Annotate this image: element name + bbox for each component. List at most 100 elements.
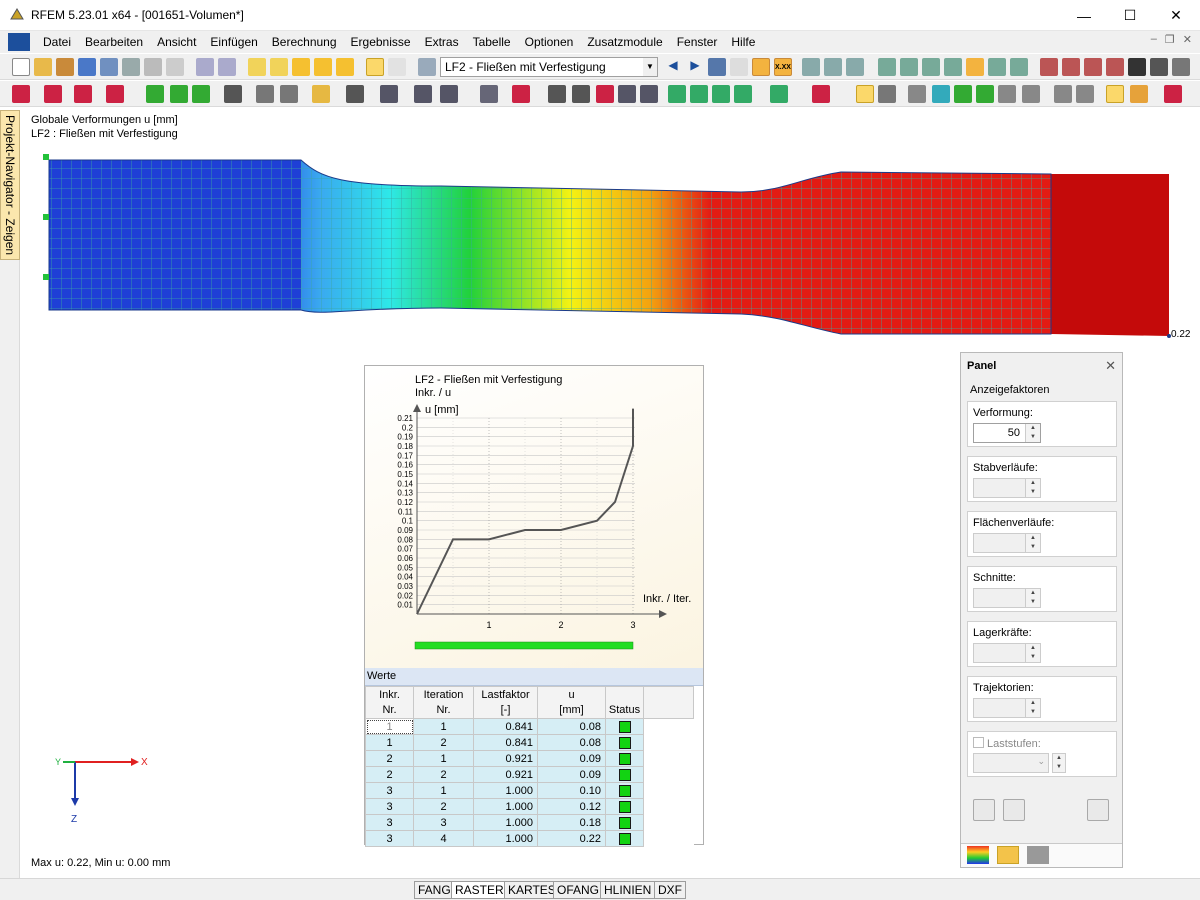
axis-minus-y-icon[interactable]	[734, 85, 752, 103]
edit-icon[interactable]	[973, 799, 995, 821]
open-project-icon[interactable]	[56, 58, 74, 76]
spinner-arrows-icon[interactable]: ▲ ▼	[1025, 424, 1040, 442]
copy-icon[interactable]	[336, 58, 354, 76]
color-scale-tab-icon[interactable]	[967, 846, 989, 864]
zoom-window-icon[interactable]	[572, 85, 590, 103]
menu-datei[interactable]: Datei	[36, 35, 78, 49]
view-y-icon[interactable]	[966, 58, 984, 76]
menu-berechnung[interactable]: Berechnung	[265, 35, 344, 49]
status-hlinien[interactable]: HLINIEN	[600, 881, 656, 899]
table-row[interactable]: 1 1 0.841 0.08	[365, 718, 694, 735]
member-icon[interactable]	[312, 85, 330, 103]
panel-toggle-icon[interactable]	[1106, 85, 1124, 103]
lights-icon[interactable]	[976, 85, 994, 103]
layout-icon[interactable]	[1022, 85, 1040, 103]
factors-tab-icon[interactable]	[997, 846, 1019, 864]
mdi-restore-icon[interactable]: ❐	[1165, 33, 1175, 46]
results-icon[interactable]	[708, 58, 726, 76]
search-icon[interactable]	[270, 58, 288, 76]
save-as-icon[interactable]	[100, 58, 118, 76]
table-row[interactable]: 2 2 0.921 0.09	[365, 766, 694, 783]
open-folder-icon[interactable]	[34, 58, 52, 76]
support-icon[interactable]	[146, 85, 164, 103]
palette-icon[interactable]	[1130, 85, 1148, 103]
transparency-icon[interactable]	[908, 85, 926, 103]
view-box-icon[interactable]	[618, 85, 636, 103]
status-dxf[interactable]: DXF	[654, 881, 686, 899]
save-icon[interactable]	[78, 58, 96, 76]
menu-bearbeiten[interactable]: Bearbeiten	[78, 35, 150, 49]
print-report-icon[interactable]	[122, 58, 140, 76]
menu-ergebnisse[interactable]: Ergebnisse	[344, 35, 418, 49]
table-row[interactable]: 1 2 0.841 0.08	[365, 734, 694, 751]
section-icon[interactable]	[824, 58, 842, 76]
grid-icon[interactable]	[878, 58, 896, 76]
status-kartes[interactable]: KARTES	[504, 881, 560, 899]
visibility-icon[interactable]	[812, 85, 830, 103]
new-curve-icon[interactable]	[106, 85, 124, 103]
move-icon[interactable]	[380, 85, 398, 103]
project-navigator-tab[interactable]: Projekt-Navigator - Zeigen	[0, 110, 20, 260]
measure-icon[interactable]	[1076, 85, 1094, 103]
edit-icon[interactable]	[248, 58, 266, 76]
settings-icon[interactable]	[1150, 58, 1168, 76]
wireframe-icon[interactable]	[856, 85, 874, 103]
new-file-icon[interactable]	[12, 58, 30, 76]
filter-tab-icon[interactable]	[1027, 846, 1049, 864]
filter-icon[interactable]	[998, 85, 1016, 103]
table-row[interactable]: 3 1 1.000 0.10	[365, 782, 694, 799]
color-scale-icon[interactable]	[932, 85, 950, 103]
lock-icon[interactable]	[1087, 799, 1109, 821]
view-x-icon[interactable]	[944, 58, 962, 76]
cross-icon[interactable]	[1106, 58, 1124, 76]
menu-zusatzmodule[interactable]: Zusatzmodule	[580, 35, 669, 49]
rotate-icon[interactable]	[414, 85, 432, 103]
deformed-model[interactable]	[21, 148, 1200, 348]
laststufen-checkbox[interactable]	[973, 737, 984, 748]
more-icon[interactable]	[1172, 58, 1190, 76]
view-z-icon[interactable]	[988, 58, 1006, 76]
verformung-spinner[interactable]: 50 ▲ ▼	[973, 423, 1041, 443]
mdi-minimize-icon[interactable]: –	[1151, 33, 1157, 46]
mdi-close-icon[interactable]: ✕	[1183, 33, 1192, 46]
axis-y-icon[interactable]	[690, 85, 708, 103]
render-mode-icon[interactable]	[878, 85, 896, 103]
surface-icon[interactable]	[1084, 58, 1102, 76]
close-icon[interactable]: ✕	[1105, 358, 1116, 374]
mesh-icon[interactable]	[846, 58, 864, 76]
cube-icon[interactable]	[954, 85, 972, 103]
show-values-icon[interactable]: X.XX	[774, 58, 792, 76]
next-icon[interactable]: ▶	[686, 58, 704, 76]
print-graphic-icon[interactable]	[166, 58, 184, 76]
grid-2-icon[interactable]	[900, 58, 918, 76]
menu-einfuegen[interactable]: Einfügen	[203, 35, 264, 49]
copy-icon[interactable]	[1003, 799, 1025, 821]
menu-fenster[interactable]: Fenster	[670, 35, 725, 49]
status-fang[interactable]: FANG	[414, 881, 455, 899]
zoom-icon[interactable]	[596, 85, 614, 103]
axis-z-icon[interactable]	[712, 85, 730, 103]
menu-optionen[interactable]: Optionen	[518, 35, 581, 49]
minimize-icon[interactable]: —	[1061, 0, 1107, 31]
node-icon[interactable]	[1040, 58, 1058, 76]
list-view-icon[interactable]	[388, 58, 406, 76]
document-icon[interactable]	[8, 33, 30, 51]
mirror-icon[interactable]	[440, 85, 458, 103]
menu-ansicht[interactable]: Ansicht	[150, 35, 203, 49]
table-row[interactable]: 3 2 1.000 0.12	[365, 798, 694, 815]
rotate-view-icon[interactable]	[770, 85, 788, 103]
loadcase-icon[interactable]	[418, 58, 436, 76]
render-icon[interactable]	[1128, 58, 1146, 76]
select-icon[interactable]	[314, 58, 332, 76]
load-icon[interactable]	[224, 85, 242, 103]
align-icon[interactable]	[1054, 85, 1072, 103]
new-line-icon[interactable]	[44, 85, 62, 103]
isometric-icon[interactable]	[1010, 58, 1028, 76]
axis-x-icon[interactable]	[668, 85, 686, 103]
target-icon[interactable]	[292, 58, 310, 76]
result-color-icon[interactable]	[1164, 85, 1182, 103]
animation-icon[interactable]	[802, 58, 820, 76]
print-icon[interactable]	[144, 58, 162, 76]
divide-icon[interactable]	[480, 85, 498, 103]
status-raster[interactable]: RASTER	[451, 881, 508, 899]
